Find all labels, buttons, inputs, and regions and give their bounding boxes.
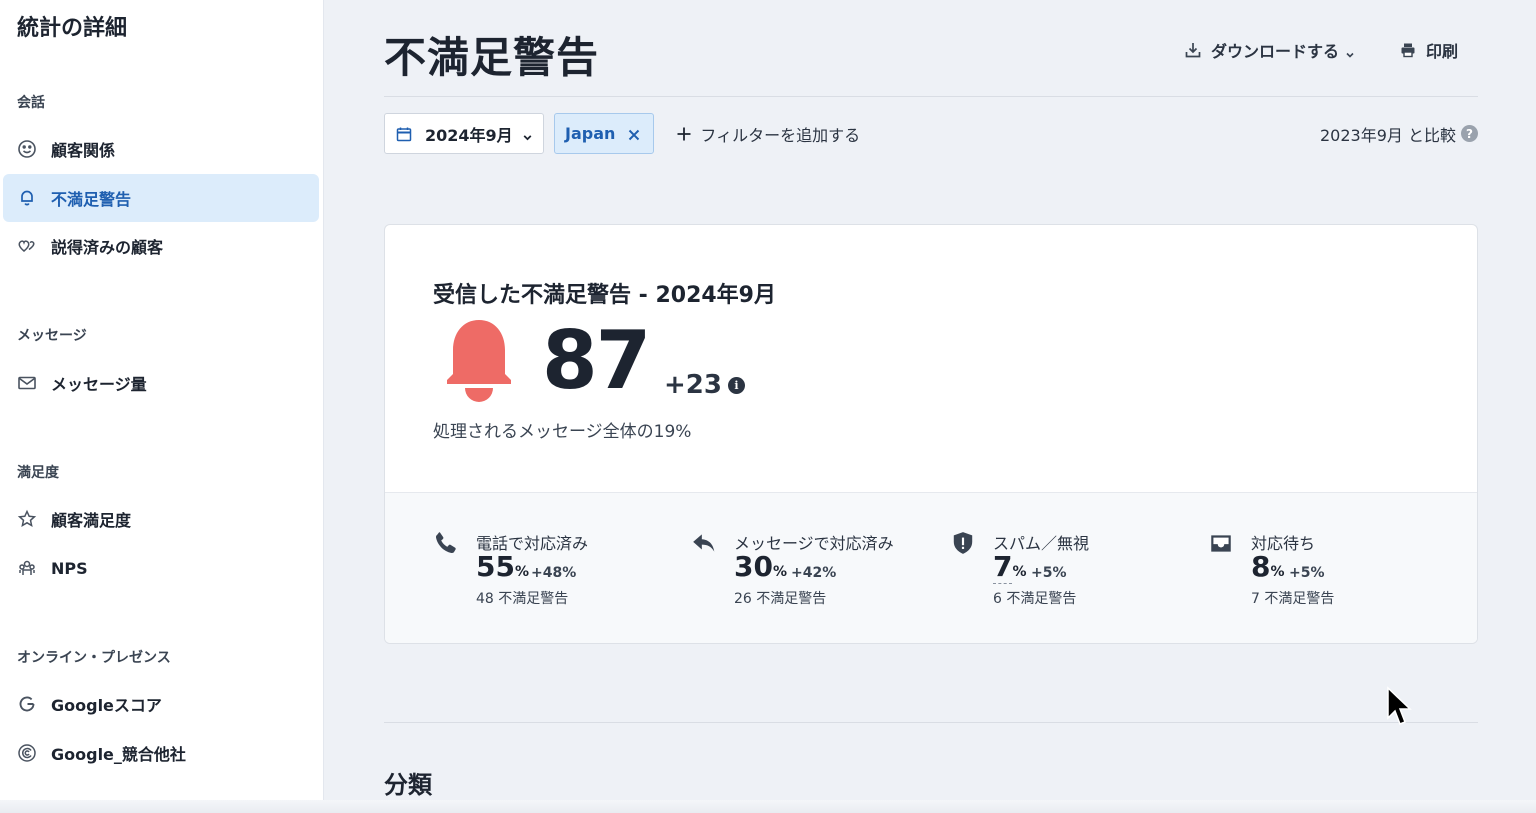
stat-percent: 30%	[734, 550, 787, 583]
sidebar-item-label: 説得済みの顧客	[51, 238, 164, 257]
printer-icon	[1399, 41, 1417, 59]
stat-change: +5%	[1031, 565, 1067, 581]
header-actions: ダウンロードする 印刷	[1184, 38, 1458, 62]
print-label: 印刷	[1425, 42, 1458, 61]
sidebar-item-message-volume[interactable]: メッセージ量	[3, 359, 319, 407]
sidebar-item-customer-satisfaction[interactable]: 顧客満足度	[3, 495, 319, 543]
sidebar-item-label: NPS	[51, 558, 88, 578]
stat-percent-unit: %	[772, 564, 787, 580]
stat-percent-value: 30	[734, 550, 773, 583]
alerts-summary-card: 受信した不満足警告 - 2024年9月 87 +23 i 処理されるメッセージ全…	[384, 224, 1478, 644]
section-label-satisfaction: 満足度	[17, 465, 59, 481]
stat-percent-value: 55	[476, 550, 515, 583]
add-filter-label: フィルターを追加する	[700, 125, 861, 145]
calendar-icon	[396, 126, 412, 142]
alert-delta: +23 i	[664, 370, 745, 400]
star-icon	[17, 509, 37, 529]
sidebar-item-label: メッセージ量	[51, 375, 147, 394]
sidebar-item-customer-relations[interactable]: 顧客関係	[3, 125, 319, 173]
stat-phone-handled: 電話で対応済み 55% +48% 48 不満足警告	[433, 530, 673, 610]
card-title: 受信した不満足警告 - 2024年9月	[433, 283, 776, 308]
sidebar-item-persuaded-customers[interactable]: 説得済みの顧客	[3, 222, 319, 270]
stat-count: 48 不満足警告	[476, 591, 569, 607]
date-picker-button[interactable]: 2024年9月	[384, 113, 544, 154]
compare-label: 2023年9月 と比較	[1320, 125, 1456, 145]
stat-percent: 8%	[1251, 550, 1285, 583]
stat-spam-ignored: スパム／無視 7% +5% 6 不満足警告	[950, 530, 1190, 610]
sidebar-item-google-score[interactable]: Googleスコア	[3, 680, 319, 728]
inbox-icon	[1208, 530, 1234, 556]
hearts-icon	[17, 236, 37, 256]
close-icon[interactable]	[627, 127, 641, 141]
download-icon	[1184, 41, 1202, 59]
stat-count: 7 不満足警告	[1251, 591, 1335, 607]
header-divider	[384, 96, 1478, 97]
envelope-icon	[17, 373, 37, 393]
alert-share-text: 処理されるメッセージ全体の19%	[433, 422, 692, 442]
section-divider	[384, 722, 1478, 723]
phone-icon	[433, 530, 459, 556]
sidebar-title: 統計の詳細	[17, 16, 128, 41]
card-breakdown: 電話で対応済み 55% +48% 48 不満足警告 メッセージで対応済み 30%…	[385, 492, 1477, 643]
sidebar-item-label: Google_競合他社	[51, 745, 186, 764]
bell-icon	[441, 318, 517, 406]
section-label-online-presence: オンライン・プレゼンス	[17, 650, 171, 666]
download-label: ダウンロードする	[1210, 42, 1339, 61]
compare-period[interactable]: 2023年9月 と比較 ?	[1320, 122, 1478, 146]
stat-percent-value: 7	[993, 550, 1013, 584]
add-filter-button[interactable]: フィルターを追加する	[676, 122, 860, 146]
sidebar-item-google-competitors[interactable]: Google_競合他社	[3, 729, 319, 777]
stat-percent: 55%	[476, 550, 529, 583]
filter-bar: 2024年9月 Japan フィルターを追加する 2023年9月 と比較 ?	[384, 113, 1478, 154]
stat-change: +48%	[531, 565, 577, 581]
stat-message-handled: メッセージで対応済み 30% +42% 26 不満足警告	[691, 530, 931, 610]
delta-value: +23	[664, 370, 722, 400]
smile-icon	[17, 139, 37, 159]
sidebar-item-label: Googleスコア	[51, 696, 162, 715]
sidebar-item-label: 顧客満足度	[51, 511, 132, 530]
page-title: 不満足警告	[384, 33, 600, 82]
sidebar: 統計の詳細 会話 顧客関係 不満足警告 説得済みの顧客 メッセージ メッセージ量…	[0, 0, 324, 813]
download-button[interactable]: ダウンロードする	[1184, 38, 1355, 62]
filter-chip-japan[interactable]: Japan	[554, 113, 655, 154]
filter-chip-label: Japan	[565, 124, 616, 143]
alert-count: 87	[542, 314, 651, 407]
nps-icon	[17, 558, 37, 578]
stat-count: 26 不満足警告	[734, 591, 827, 607]
plus-icon	[676, 126, 692, 142]
section-label-messages: メッセージ	[17, 328, 87, 344]
stat-percent-unit: %	[1012, 564, 1027, 580]
print-button[interactable]: 印刷	[1399, 38, 1458, 62]
stat-change: +42%	[791, 565, 837, 581]
reply-icon	[691, 530, 717, 556]
google-icon	[17, 694, 37, 714]
section-label-conversation: 会話	[17, 95, 45, 111]
competitor-icon	[17, 743, 37, 763]
window-bottom-edge	[0, 800, 1536, 813]
stat-count: 6 不満足警告	[993, 591, 1077, 607]
mouse-cursor-icon	[1386, 686, 1412, 730]
sidebar-item-label: 顧客関係	[51, 141, 116, 160]
stat-percent-value: 8	[1251, 550, 1271, 583]
sidebar-item-nps[interactable]: NPS	[3, 544, 319, 592]
chevron-down-icon	[522, 128, 533, 141]
bell-icon	[17, 188, 37, 208]
stat-pending: 対応待ち 8% +5% 7 不満足警告	[1208, 530, 1448, 610]
date-label: 2024年9月	[425, 125, 513, 145]
stat-percent: 7%	[993, 550, 1027, 584]
stat-change: +5%	[1289, 565, 1325, 581]
classification-section-title: 分類	[384, 771, 432, 799]
help-icon[interactable]: ?	[1461, 125, 1478, 142]
stat-percent-unit: %	[1270, 564, 1285, 580]
chevron-down-icon	[1345, 45, 1355, 58]
info-icon[interactable]: i	[727, 376, 745, 394]
sidebar-item-dissatisfaction-alerts[interactable]: 不満足警告	[3, 174, 319, 222]
shield-icon	[950, 530, 976, 556]
stat-percent-unit: %	[514, 564, 529, 580]
sidebar-item-label: 不満足警告	[51, 190, 132, 209]
